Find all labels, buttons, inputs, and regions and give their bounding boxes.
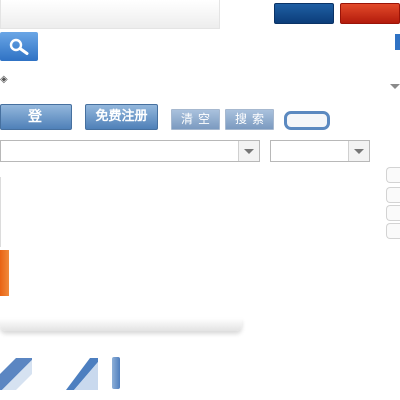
- right-edge-tab[interactable]: [395, 34, 400, 50]
- orange-side-tab[interactable]: [0, 250, 9, 296]
- category-select[interactable]: [0, 140, 260, 162]
- side-tab-3[interactable]: [386, 205, 400, 221]
- login-button[interactable]: 登 录: [0, 104, 72, 149]
- expand-marker-icon[interactable]: ◈: [0, 74, 8, 86]
- toggle-button[interactable]: [284, 111, 330, 130]
- search-icon: [9, 38, 29, 55]
- subcategory-select[interactable]: [270, 140, 370, 162]
- side-tab-4[interactable]: [386, 223, 400, 239]
- top-red-button[interactable]: [340, 3, 400, 24]
- slant-stripe-icon: [0, 358, 32, 390]
- content-divider: [0, 177, 1, 247]
- search-button[interactable]: [0, 32, 38, 61]
- blue-tab-handle[interactable]: [112, 357, 120, 389]
- register-button[interactable]: 免费注册: [85, 104, 158, 130]
- side-tab-1[interactable]: [386, 167, 400, 183]
- search-text-button[interactable]: 搜索: [225, 109, 274, 130]
- chevron-down-icon[interactable]: [348, 141, 369, 161]
- chevron-down-icon[interactable]: [238, 141, 259, 161]
- shadow-panel-bottom: [0, 318, 242, 331]
- dropdown-arrow-icon[interactable]: [390, 84, 400, 89]
- slant-stripe-icon: [66, 358, 98, 390]
- top-blue-button[interactable]: [274, 3, 334, 24]
- top-search-input[interactable]: [0, 0, 220, 29]
- clear-button[interactable]: 清空: [171, 109, 220, 130]
- side-tab-2[interactable]: [386, 187, 400, 203]
